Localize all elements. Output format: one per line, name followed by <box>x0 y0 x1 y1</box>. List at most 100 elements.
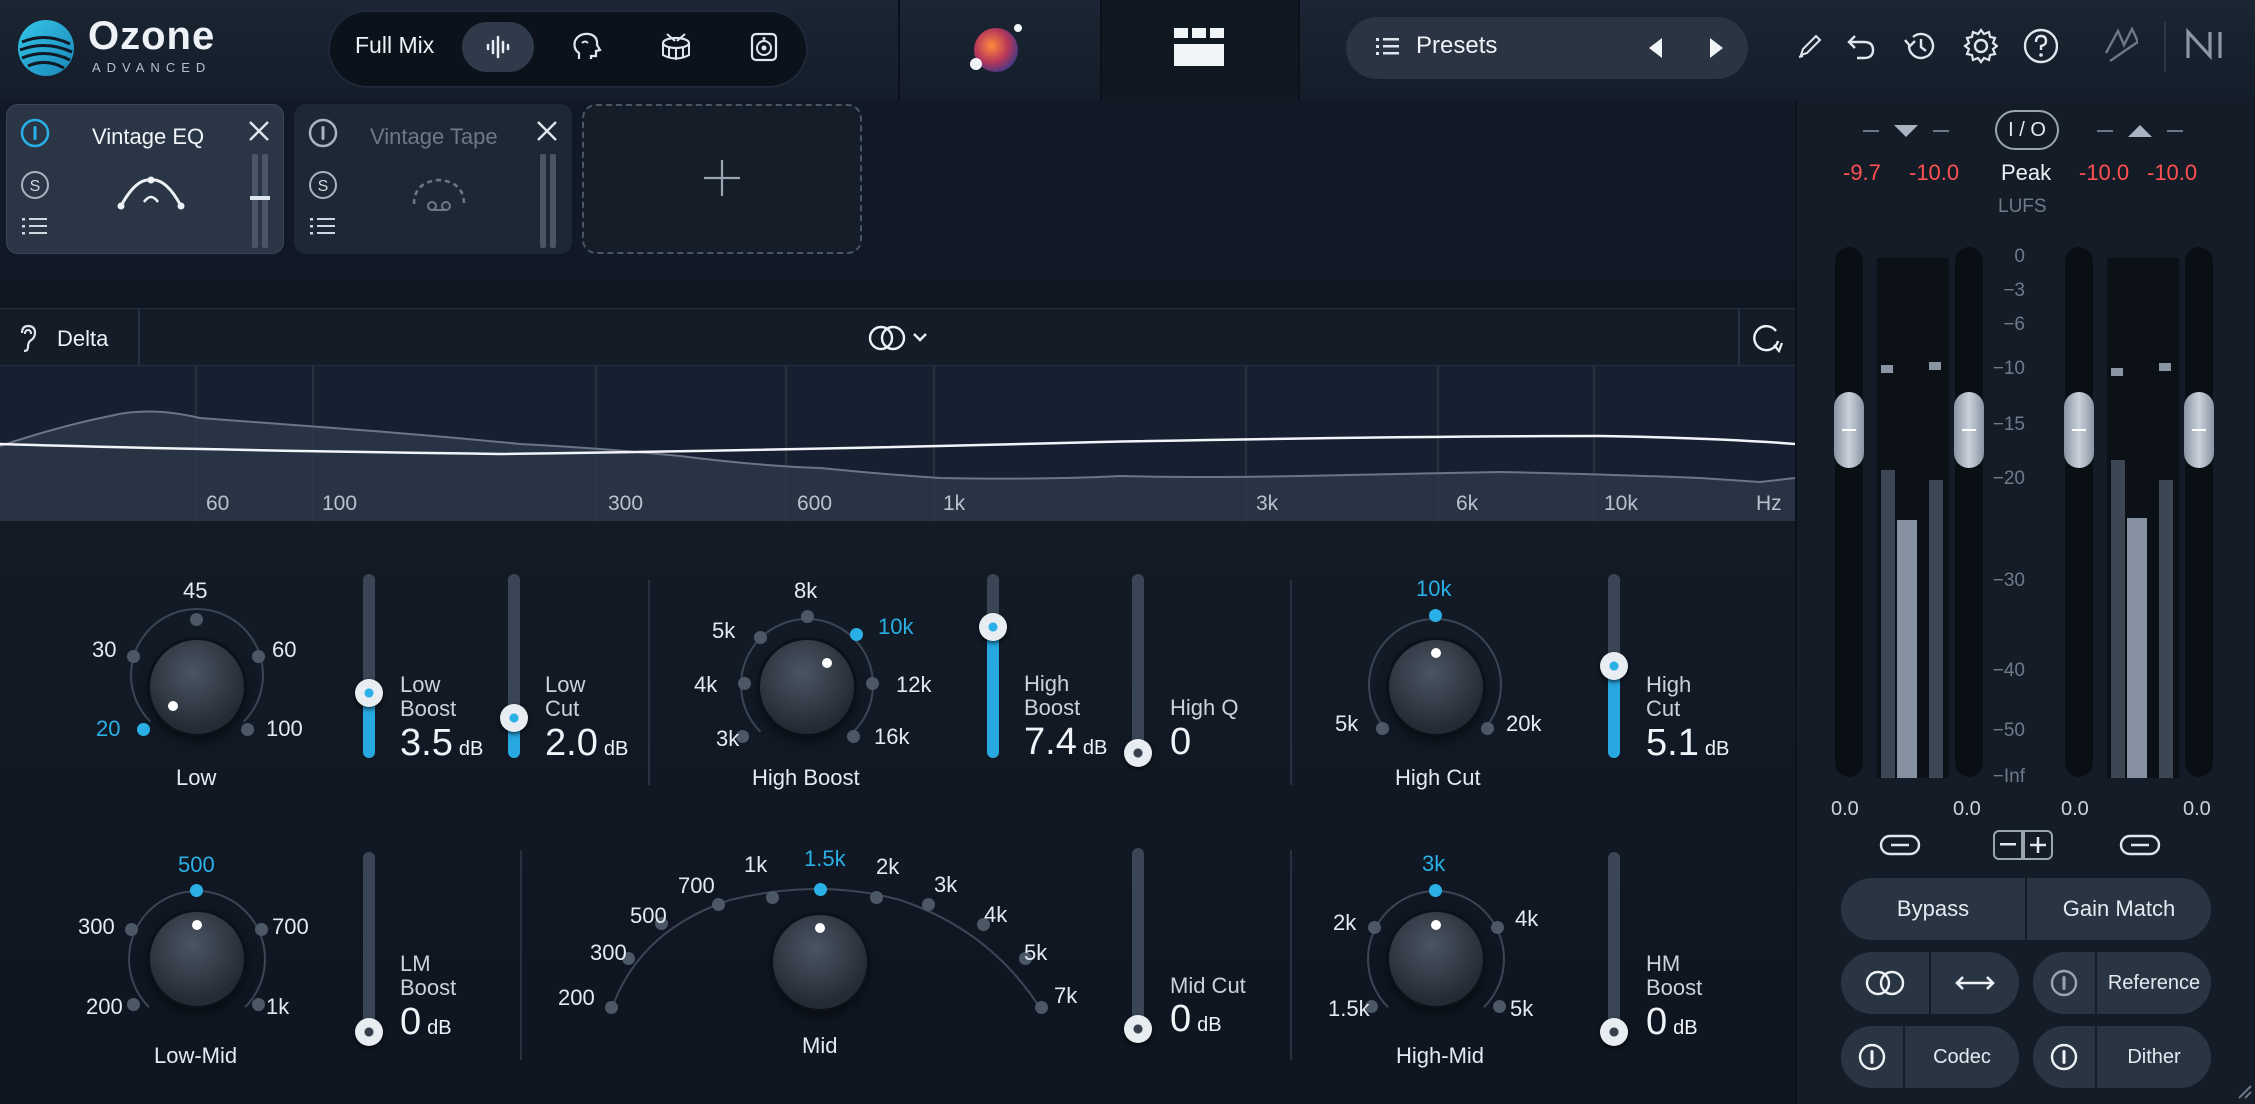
output-link-icon[interactable] <box>2119 832 2161 858</box>
low-freq-dot[interactable] <box>190 613 203 626</box>
high-cut-handle[interactable] <box>1600 652 1628 680</box>
output-right-fader[interactable] <box>2185 247 2213 777</box>
solo-icon[interactable]: S <box>20 170 50 200</box>
low-freq-100[interactable]: 100 <box>266 716 303 742</box>
low-freq-30[interactable]: 30 <box>92 637 116 663</box>
mid-freq-dot[interactable] <box>1035 1001 1048 1014</box>
high-q-handle[interactable] <box>1124 739 1152 767</box>
hm-freq-dot[interactable] <box>1493 1000 1506 1013</box>
module-view-tab[interactable] <box>1102 0 1298 100</box>
mid-cut-slider[interactable] <box>1132 848 1144 1032</box>
power-icon[interactable] <box>308 118 338 148</box>
mid-freq-dot[interactable] <box>922 898 935 911</box>
hm-freq-3k[interactable]: 3k <box>1422 851 1445 877</box>
hm-freq-dot[interactable] <box>1491 921 1504 934</box>
solo-icon[interactable]: S <box>308 170 338 200</box>
spectrum-analyzer[interactable]: 60 100 300 600 1k 3k 6k 10k Hz <box>0 366 1795 521</box>
full-mix-button[interactable]: Full Mix <box>355 32 434 59</box>
reference-button[interactable]: Reference <box>2097 952 2211 1014</box>
close-icon[interactable] <box>246 118 272 144</box>
low-mid-frequency-knob[interactable] <box>150 912 244 1006</box>
mid-frequency-knob[interactable] <box>773 915 867 1009</box>
hc-freq-20k[interactable]: 20k <box>1506 711 1541 737</box>
low-freq-60[interactable]: 60 <box>272 637 296 663</box>
bypass-button[interactable]: Bypass <box>1841 878 2025 940</box>
next-preset-icon[interactable] <box>1706 36 1726 60</box>
hb-freq-dot[interactable] <box>847 730 860 743</box>
lm-boost-handle[interactable] <box>355 1018 383 1046</box>
lm-freq-500[interactable]: 500 <box>178 852 215 878</box>
delta-button[interactable]: Delta <box>57 326 108 352</box>
dither-button[interactable]: Dither <box>2097 1026 2211 1088</box>
undo-button[interactable] <box>1843 28 1879 64</box>
presets-bar[interactable] <box>1346 17 1748 79</box>
mid-cut-handle[interactable] <box>1124 1015 1152 1043</box>
high-boost-handle[interactable] <box>979 613 1007 641</box>
power-icon[interactable] <box>20 118 50 148</box>
meter-mode[interactable]: Peak <box>2001 160 2051 186</box>
output-trim-icon[interactable] <box>2095 120 2185 140</box>
input-link-icon[interactable] <box>1879 832 1921 858</box>
low-frequency-knob[interactable] <box>150 640 244 734</box>
lm-freq-dot[interactable] <box>127 998 140 1011</box>
io-toggle-button[interactable]: I / O <box>1995 110 2059 150</box>
gain-match-button[interactable]: Gain Match <box>2027 878 2211 940</box>
lm-freq-1k[interactable]: 1k <box>266 994 289 1020</box>
mid-freq-dot[interactable] <box>605 1001 618 1014</box>
drum-mode-button[interactable] <box>640 22 712 72</box>
lm-freq-dot[interactable] <box>190 884 203 897</box>
decrease-button[interactable] <box>1993 830 2023 860</box>
mid-freq-3k[interactable]: 3k <box>934 872 957 898</box>
hm-freq-2k[interactable]: 2k <box>1333 910 1356 936</box>
waveform-mode-button[interactable] <box>462 22 534 72</box>
stereo-mode-icon[interactable] <box>866 323 936 353</box>
input-trim-icon[interactable] <box>1861 120 1951 140</box>
output-right-fader-handle[interactable] <box>2184 392 2214 468</box>
mid-freq-2k[interactable]: 2k <box>876 854 899 880</box>
output-left-gain[interactable]: 0.0 <box>2061 798 2089 821</box>
close-icon[interactable] <box>534 118 560 144</box>
mid-freq-7k[interactable]: 7k <box>1054 983 1077 1009</box>
vocal-mode-button[interactable] <box>550 22 622 72</box>
mid-freq-1k[interactable]: 1k <box>744 852 767 878</box>
codec-button[interactable]: Codec <box>1905 1026 2019 1088</box>
input-right-gain[interactable]: 0.0 <box>1953 798 1981 821</box>
lm-freq-300[interactable]: 300 <box>78 914 115 940</box>
mid-freq-200[interactable]: 200 <box>558 985 595 1011</box>
input-left-gain[interactable]: 0.0 <box>1831 798 1859 821</box>
hb-freq-5k[interactable]: 5k <box>712 618 735 644</box>
hc-freq-10k[interactable]: 10k <box>1416 576 1451 602</box>
lm-freq-200[interactable]: 200 <box>86 994 123 1020</box>
hb-freq-8k[interactable]: 8k <box>794 578 817 604</box>
hm-freq-dot[interactable] <box>1429 884 1442 897</box>
settings-button[interactable] <box>1962 28 1998 64</box>
lm-freq-dot[interactable] <box>125 923 138 936</box>
low-cut-handle[interactable] <box>500 704 528 732</box>
hb-freq-16k[interactable]: 16k <box>874 724 909 750</box>
ni-logo-button[interactable] <box>2184 26 2232 62</box>
hm-boost-slider[interactable] <box>1608 852 1620 1032</box>
hb-freq-10k[interactable]: 10k <box>878 614 913 640</box>
hb-freq-dot[interactable] <box>850 628 863 641</box>
dither-power-button[interactable] <box>2033 1026 2095 1088</box>
hb-freq-12k[interactable]: 12k <box>896 672 931 698</box>
master-assistant-button[interactable] <box>968 22 1028 83</box>
high-cut-frequency-knob[interactable] <box>1389 640 1483 734</box>
hc-freq-dot[interactable] <box>1429 609 1442 622</box>
low-freq-dot[interactable] <box>252 650 265 663</box>
module-menu-icon[interactable] <box>310 216 338 238</box>
mid-freq-5k[interactable]: 5k <box>1024 940 1047 966</box>
high-q-slider[interactable] <box>1132 574 1144 758</box>
input-left-fader-handle[interactable] <box>1834 392 1864 468</box>
output-left-fader-handle[interactable] <box>2064 392 2094 468</box>
hm-freq-4k[interactable]: 4k <box>1515 906 1538 932</box>
hm-freq-1-5k[interactable]: 1.5k <box>1328 996 1370 1022</box>
high-mid-frequency-knob[interactable] <box>1389 912 1483 1006</box>
mid-freq-dot[interactable] <box>814 883 827 896</box>
mid-freq-dot[interactable] <box>766 891 779 904</box>
speaker-mode-button[interactable] <box>728 22 800 72</box>
refresh-icon[interactable] <box>1748 321 1784 355</box>
low-freq-45[interactable]: 45 <box>183 578 207 604</box>
output-left-fader[interactable] <box>2065 247 2093 777</box>
low-boost-handle[interactable] <box>355 679 383 707</box>
